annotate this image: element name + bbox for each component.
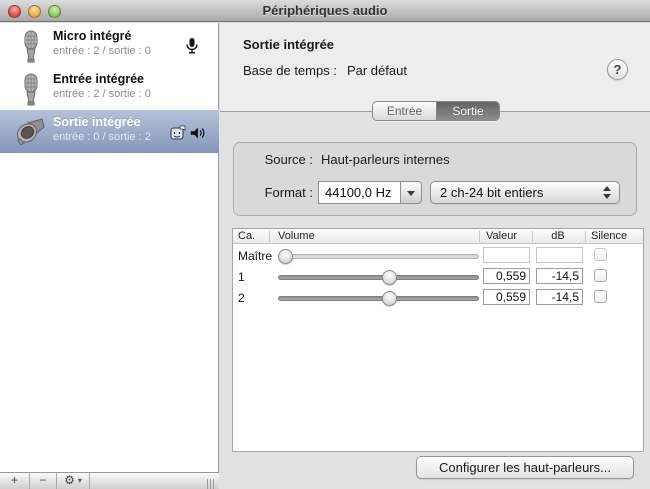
channels-table: Ca. Volume Valeur dB Silence Maître 1 0,… <box>232 228 644 452</box>
speaker-icon <box>14 115 48 149</box>
gear-icon: ⚙ <box>64 473 75 487</box>
mute-checkbox[interactable] <box>594 290 607 303</box>
default-input-mic-icon <box>184 37 200 55</box>
value-field[interactable] <box>483 247 530 263</box>
device-list-sidebar: Micro intégré entrée : 2 / sortie : 0 En… <box>0 23 219 489</box>
configure-speakers-button[interactable]: Configurer les haut-parleurs... <box>416 456 634 479</box>
format-popup-button[interactable]: 2 ch-24 bit entiers <box>430 181 620 204</box>
device-name: Micro intégré <box>53 29 132 43</box>
channels-table-header: Ca. Volume Valeur dB Silence <box>233 229 643 244</box>
microphone-icon <box>14 72 48 106</box>
channel-label: Maître <box>238 249 272 263</box>
chevron-down-icon: ▾ <box>78 476 82 485</box>
slider-knob[interactable] <box>382 270 397 285</box>
channel-row-1: 1 0,559 -14,5 <box>233 266 643 287</box>
slider-knob[interactable] <box>278 249 293 264</box>
up-down-arrows-icon <box>603 186 611 199</box>
splitter-grip[interactable] <box>205 476 215 486</box>
header-channel: Ca. <box>238 230 255 242</box>
tab-entree[interactable]: Entrée <box>373 102 436 120</box>
header-mute: Silence <box>591 230 627 242</box>
db-field[interactable] <box>536 247 583 263</box>
audio-devices-window: Périphériques audio Micro intégré entrée… <box>0 0 650 489</box>
sidebar-bottom-bar: + − ⚙▾ <box>0 472 219 489</box>
sample-rate-dropdown-button[interactable] <box>400 181 422 204</box>
window-title: Périphériques audio <box>0 3 650 18</box>
volume-slider-master[interactable] <box>278 254 479 259</box>
channel-label: 1 <box>238 270 245 284</box>
channel-label: 2 <box>238 291 245 305</box>
sample-rate-value[interactable]: 44100,0 Hz <box>318 181 400 204</box>
source-value: Haut-parleurs internes <box>321 152 450 167</box>
remove-device-button[interactable]: − <box>30 473 57 489</box>
clock-source-value: Par défaut <box>347 63 407 78</box>
panel-header: Sortie intégrée Base de temps : Par défau… <box>220 23 650 112</box>
tab-sortie[interactable]: Sortie <box>436 102 499 120</box>
header-db: dB <box>532 230 584 242</box>
volume-slider-ch2[interactable] <box>278 296 479 301</box>
device-name: Sortie intégrée <box>53 115 141 129</box>
device-row-sortie-integree[interactable]: Sortie intégrée entrée : 0 / sortie : 2 <box>0 110 219 153</box>
sample-rate-combo[interactable]: 44100,0 Hz <box>318 181 422 204</box>
source-label: Source : <box>265 152 313 167</box>
volume-slider-ch1[interactable] <box>278 275 479 280</box>
selected-device-title: Sortie intégrée <box>243 37 334 52</box>
header-value: Valeur <box>486 230 517 242</box>
action-gear-button[interactable]: ⚙▾ <box>57 473 90 489</box>
device-row-micro-integre[interactable]: Micro intégré entrée : 2 / sortie : 0 <box>0 24 219 67</box>
system-sound-effects-icon <box>170 124 186 142</box>
device-name: Entrée intégrée <box>53 72 144 86</box>
db-field[interactable]: -14,5 <box>536 268 583 284</box>
device-detail: entrée : 0 / sortie : 2 <box>53 131 151 143</box>
device-detail: entrée : 2 / sortie : 0 <box>53 45 151 57</box>
mute-checkbox[interactable] <box>594 269 607 282</box>
title-bar[interactable]: Périphériques audio <box>0 0 650 22</box>
help-button[interactable]: ? <box>607 59 628 80</box>
mute-checkbox[interactable] <box>594 248 607 261</box>
io-tab-bar: Entrée Sortie <box>372 101 500 121</box>
channel-row-2: 2 0,559 -14,5 <box>233 287 643 308</box>
format-label: Format : <box>265 185 313 200</box>
default-output-speaker-icon <box>189 124 205 142</box>
channel-row-master: Maître <box>233 245 643 266</box>
device-row-entree-integree[interactable]: Entrée intégrée entrée : 2 / sortie : 0 <box>0 67 219 110</box>
value-field[interactable]: 0,559 <box>483 289 530 305</box>
add-device-button[interactable]: + <box>0 473 30 489</box>
slider-knob[interactable] <box>382 291 397 306</box>
value-field[interactable]: 0,559 <box>483 268 530 284</box>
db-field[interactable]: -14,5 <box>536 289 583 305</box>
microphone-icon <box>14 29 48 63</box>
clock-source-label: Base de temps : <box>243 63 337 78</box>
device-detail: entrée : 2 / sortie : 0 <box>53 88 151 100</box>
clock-source-line: Base de temps : Par défaut <box>243 63 407 78</box>
header-volume: Volume <box>278 230 315 242</box>
format-popup-value: 2 ch-24 bit entiers <box>440 185 543 200</box>
